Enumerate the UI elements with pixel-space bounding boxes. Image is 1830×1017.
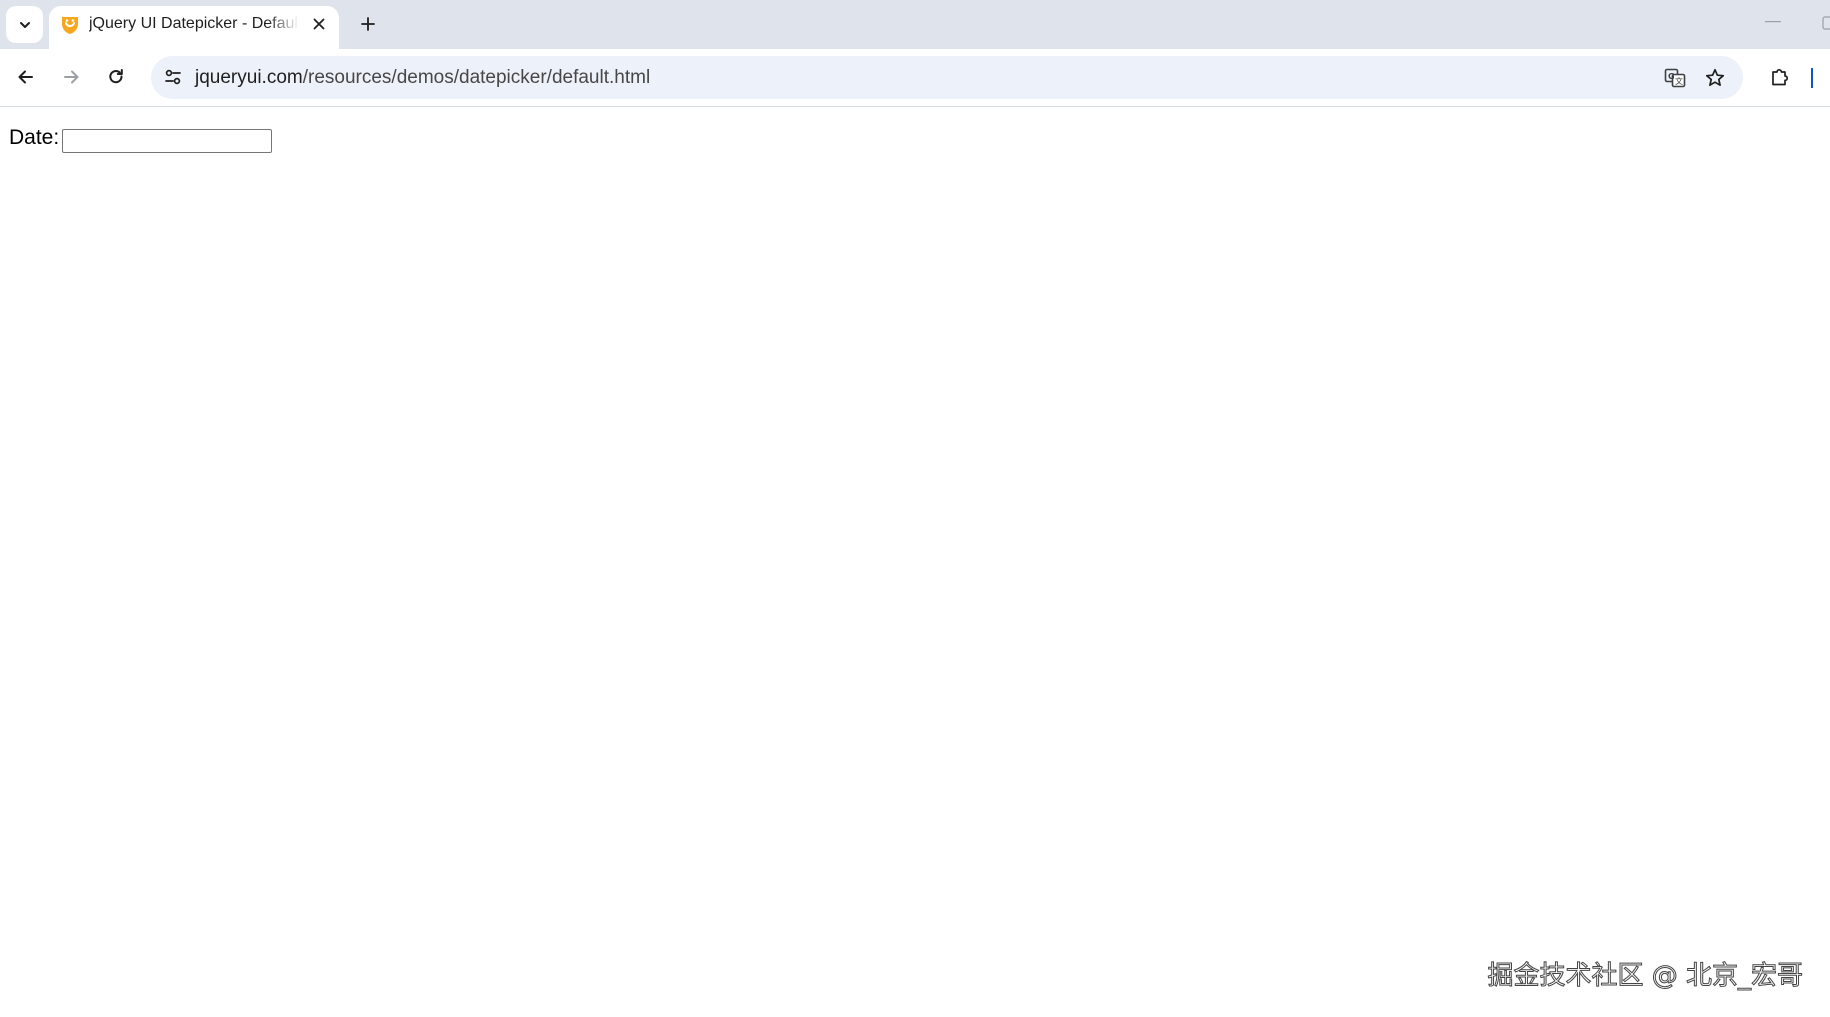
puzzle-icon bbox=[1769, 66, 1791, 88]
jquery-ui-favicon bbox=[59, 14, 81, 36]
maximize-button[interactable] bbox=[1822, 16, 1830, 30]
url-path: /resources/demos/datepicker/default.html bbox=[302, 67, 651, 88]
address-bar[interactable]: jqueryui.com/resources/demos/datepicker/… bbox=[151, 56, 1743, 99]
close-icon[interactable] bbox=[307, 12, 331, 36]
reload-icon bbox=[106, 67, 126, 87]
tune-icon bbox=[163, 67, 183, 87]
svg-text:文: 文 bbox=[1675, 76, 1683, 86]
forward-button[interactable] bbox=[54, 60, 88, 94]
page-content: Date: 掘金技术社区 @ 北京_宏哥 bbox=[0, 107, 1830, 1017]
browser-window: jQuery UI Datepicker - Default functiona… bbox=[0, 0, 1830, 1017]
tab-title: jQuery UI Datepicker - Default functiona… bbox=[89, 15, 299, 32]
minimize-button[interactable] bbox=[1765, 21, 1781, 23]
tab-search-button[interactable] bbox=[6, 6, 43, 43]
extensions-button[interactable] bbox=[1763, 60, 1797, 94]
new-tab-button[interactable] bbox=[352, 8, 384, 40]
arrow-left-icon bbox=[16, 67, 36, 87]
date-label: Date: bbox=[9, 126, 60, 149]
tab-strip: jQuery UI Datepicker - Default functiona… bbox=[0, 0, 1830, 49]
star-icon bbox=[1704, 67, 1726, 89]
toolbar: jqueryui.com/resources/demos/datepicker/… bbox=[0, 49, 1830, 107]
plus-icon bbox=[360, 16, 376, 32]
url-host: jqueryui.com bbox=[195, 67, 303, 88]
bookmark-button[interactable] bbox=[1699, 62, 1731, 94]
back-button[interactable] bbox=[9, 60, 43, 94]
watermark: 掘金技术社区 @ 北京_宏哥 bbox=[1487, 961, 1804, 992]
url-text: jqueryui.com/resources/demos/datepicker/… bbox=[195, 67, 650, 89]
reload-button[interactable] bbox=[99, 60, 133, 94]
site-info-button[interactable] bbox=[157, 61, 189, 93]
chevron-down-icon bbox=[18, 18, 32, 32]
translate-button[interactable]: G 文 bbox=[1659, 62, 1691, 94]
tab-active[interactable]: jQuery UI Datepicker - Default functiona… bbox=[49, 6, 339, 49]
toolbar-divider bbox=[1811, 68, 1813, 88]
date-input[interactable] bbox=[62, 129, 272, 153]
svg-text:G: G bbox=[1668, 72, 1675, 81]
arrow-right-icon bbox=[61, 67, 81, 87]
translate-icon: G 文 bbox=[1663, 66, 1687, 90]
